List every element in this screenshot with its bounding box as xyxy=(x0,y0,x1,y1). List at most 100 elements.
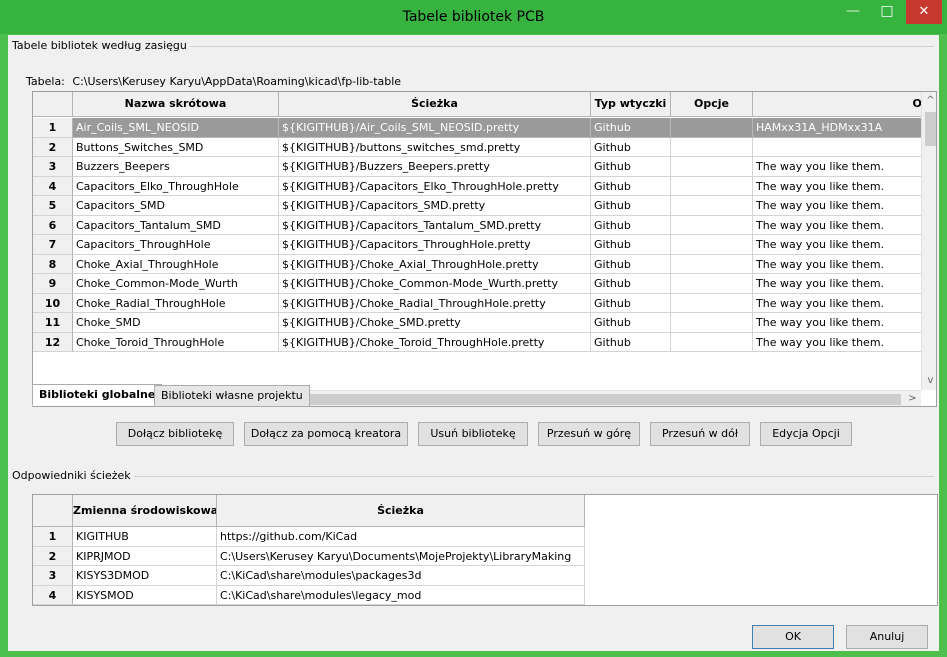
row-number[interactable]: 2 xyxy=(33,137,73,157)
cell-name[interactable]: Choke_Common-Mode_Wurth xyxy=(73,274,279,294)
row-number[interactable]: 4 xyxy=(33,176,73,196)
cell-description[interactable]: The way you like them. xyxy=(753,196,936,216)
cell-options[interactable] xyxy=(671,332,753,352)
close-icon[interactable]: ✕ xyxy=(906,0,942,24)
cell-path[interactable]: ${KIGITHUB}/Capacitors_ThroughHole.prett… xyxy=(279,235,591,255)
cell-name[interactable]: Capacitors_SMD xyxy=(73,196,279,216)
cell-name[interactable]: Choke_Radial_ThroughHole xyxy=(73,293,279,313)
cell-options[interactable] xyxy=(671,313,753,333)
cell-name[interactable]: Capacitors_ThroughHole xyxy=(73,235,279,255)
cell-description[interactable]: The way you like them. xyxy=(753,274,936,294)
add-library-button[interactable]: Dołącz bibliotekę xyxy=(116,422,234,446)
cell-path[interactable]: C:\Users\Kerusey Karyu\Documents\MojePro… xyxy=(217,546,585,566)
cell-path[interactable]: ${KIGITHUB}/Capacitors_Tantalum_SMD.pret… xyxy=(279,215,591,235)
cell-path[interactable]: ${KIGITHUB}/Choke_Common-Mode_Wurth.pret… xyxy=(279,274,591,294)
cell-name[interactable]: Capacitors_Tantalum_SMD xyxy=(73,215,279,235)
tab-project-libraries[interactable]: Biblioteki własne projektu xyxy=(154,385,310,407)
add-with-wizard-button[interactable]: Dołącz za pomocą kreatora xyxy=(244,422,408,446)
cell-description[interactable] xyxy=(753,138,936,157)
cell-plugin-type[interactable]: Github xyxy=(591,313,671,333)
title-bar[interactable]: Tabele bibliotek PCB — □ ✕ xyxy=(0,0,947,34)
cell-options[interactable] xyxy=(671,196,753,216)
row-number[interactable]: 1 xyxy=(33,527,73,547)
cell-description[interactable]: The way you like them. xyxy=(753,294,936,313)
cell-description[interactable]: The way you like them. xyxy=(753,333,936,352)
move-down-button[interactable]: Przesuń w dół xyxy=(650,422,750,446)
scroll-right-icon[interactable]: > xyxy=(904,391,921,406)
cell-path[interactable]: ${KIGITHUB}/Choke_Radial_ThroughHole.pre… xyxy=(279,293,591,313)
vertical-scrollbar[interactable]: ^ v xyxy=(921,92,936,390)
col-header-env-var[interactable]: Zmienna środowiskowa xyxy=(73,495,217,527)
edit-options-button[interactable]: Edycja Opcji xyxy=(760,422,852,446)
row-number[interactable]: 1 xyxy=(33,118,73,138)
row-number[interactable]: 3 xyxy=(33,157,73,177)
cancel-button[interactable]: Anuluj xyxy=(846,625,928,649)
cell-path[interactable]: C:\KiCad\share\modules\legacy_mod xyxy=(217,585,585,605)
minimize-icon[interactable]: — xyxy=(838,0,868,24)
remove-library-button[interactable]: Usuń bibliotekę xyxy=(418,422,528,446)
cell-description[interactable]: The way you like them. xyxy=(753,235,936,255)
row-number[interactable]: 3 xyxy=(33,566,73,586)
cell-plugin-type[interactable]: Github xyxy=(591,118,671,138)
cell-path[interactable]: ${KIGITHUB}/Choke_Axial_ThroughHole.pret… xyxy=(279,254,591,274)
cell-options[interactable] xyxy=(671,118,753,138)
tab-global-libraries[interactable]: Biblioteki globalne xyxy=(32,384,163,406)
cell-env-var[interactable]: KIGITHUB xyxy=(73,527,217,547)
cell-description[interactable]: HAMxx31A_HDMxx31A xyxy=(753,118,936,138)
cell-path[interactable]: https://github.com/KiCad xyxy=(217,527,585,547)
cell-name[interactable]: Choke_Toroid_ThroughHole xyxy=(73,332,279,352)
cell-plugin-type[interactable]: Github xyxy=(591,274,671,294)
cell-plugin-type[interactable]: Github xyxy=(591,215,671,235)
cell-description[interactable]: The way you like them. xyxy=(753,177,936,196)
cell-name[interactable]: Buttons_Switches_SMD xyxy=(73,137,279,157)
row-number[interactable]: 9 xyxy=(33,274,73,294)
cell-options[interactable] xyxy=(671,157,753,177)
col-header-plugin-type[interactable]: Typ wtyczki xyxy=(591,92,671,117)
cell-name[interactable]: Buzzers_Beepers xyxy=(73,157,279,177)
row-number[interactable]: 5 xyxy=(33,196,73,216)
cell-env-var[interactable]: KISYSMOD xyxy=(73,585,217,605)
cell-path[interactable]: ${KIGITHUB}/Capacitors_Elko_ThroughHole.… xyxy=(279,176,591,196)
scroll-down-icon[interactable]: v xyxy=(922,372,936,390)
cell-name[interactable]: Air_Coils_SML_NEOSID xyxy=(73,118,279,138)
row-number[interactable]: 6 xyxy=(33,215,73,235)
cell-plugin-type[interactable]: Github xyxy=(591,235,671,255)
cell-options[interactable] xyxy=(671,215,753,235)
row-number[interactable]: 2 xyxy=(33,546,73,566)
cell-description[interactable]: The way you like them. xyxy=(753,216,936,235)
cell-plugin-type[interactable]: Github xyxy=(591,176,671,196)
cell-options[interactable] xyxy=(671,293,753,313)
move-up-button[interactable]: Przesuń w górę xyxy=(538,422,640,446)
cell-options[interactable] xyxy=(671,176,753,196)
cell-options[interactable] xyxy=(671,137,753,157)
col-header-description[interactable]: Opis xyxy=(753,92,936,117)
row-number[interactable]: 12 xyxy=(33,332,73,352)
cell-path[interactable]: ${KIGITHUB}/Capacitors_SMD.pretty xyxy=(279,196,591,216)
ok-button[interactable]: OK xyxy=(752,625,834,649)
cell-path[interactable]: ${KIGITHUB}/Air_Coils_SML_NEOSID.pretty xyxy=(279,118,591,138)
cell-path[interactable]: ${KIGITHUB}/Buzzers_Beepers.pretty xyxy=(279,157,591,177)
col-header-name[interactable]: Nazwa skrótowa xyxy=(73,92,279,117)
row-number[interactable]: 11 xyxy=(33,313,73,333)
maximize-icon[interactable]: □ xyxy=(872,0,902,24)
cell-name[interactable]: Capacitors_Elko_ThroughHole xyxy=(73,176,279,196)
cell-name[interactable]: Choke_SMD xyxy=(73,313,279,333)
row-number[interactable]: 10 xyxy=(33,293,73,313)
cell-env-var[interactable]: KIPRJMOD xyxy=(73,546,217,566)
row-number[interactable]: 7 xyxy=(33,235,73,255)
row-number[interactable]: 8 xyxy=(33,254,73,274)
cell-env-var[interactable]: KISYS3DMOD xyxy=(73,566,217,586)
cell-plugin-type[interactable]: Github xyxy=(591,293,671,313)
col-header-path[interactable]: Ścieżka xyxy=(279,92,591,117)
cell-description[interactable]: The way you like them. xyxy=(753,255,936,274)
cell-name[interactable]: Choke_Axial_ThroughHole xyxy=(73,254,279,274)
cell-path[interactable]: ${KIGITHUB}/buttons_switches_smd.pretty xyxy=(279,137,591,157)
cell-description[interactable]: The way you like them. xyxy=(753,157,936,177)
cell-path[interactable]: ${KIGITHUB}/Choke_Toroid_ThroughHole.pre… xyxy=(279,332,591,352)
cell-path[interactable]: ${KIGITHUB}/Choke_SMD.pretty xyxy=(279,313,591,333)
cell-plugin-type[interactable]: Github xyxy=(591,254,671,274)
cell-plugin-type[interactable]: Github xyxy=(591,157,671,177)
cell-plugin-type[interactable]: Github xyxy=(591,196,671,216)
cell-plugin-type[interactable]: Github xyxy=(591,137,671,157)
cell-description[interactable]: The way you like them. xyxy=(753,313,936,333)
